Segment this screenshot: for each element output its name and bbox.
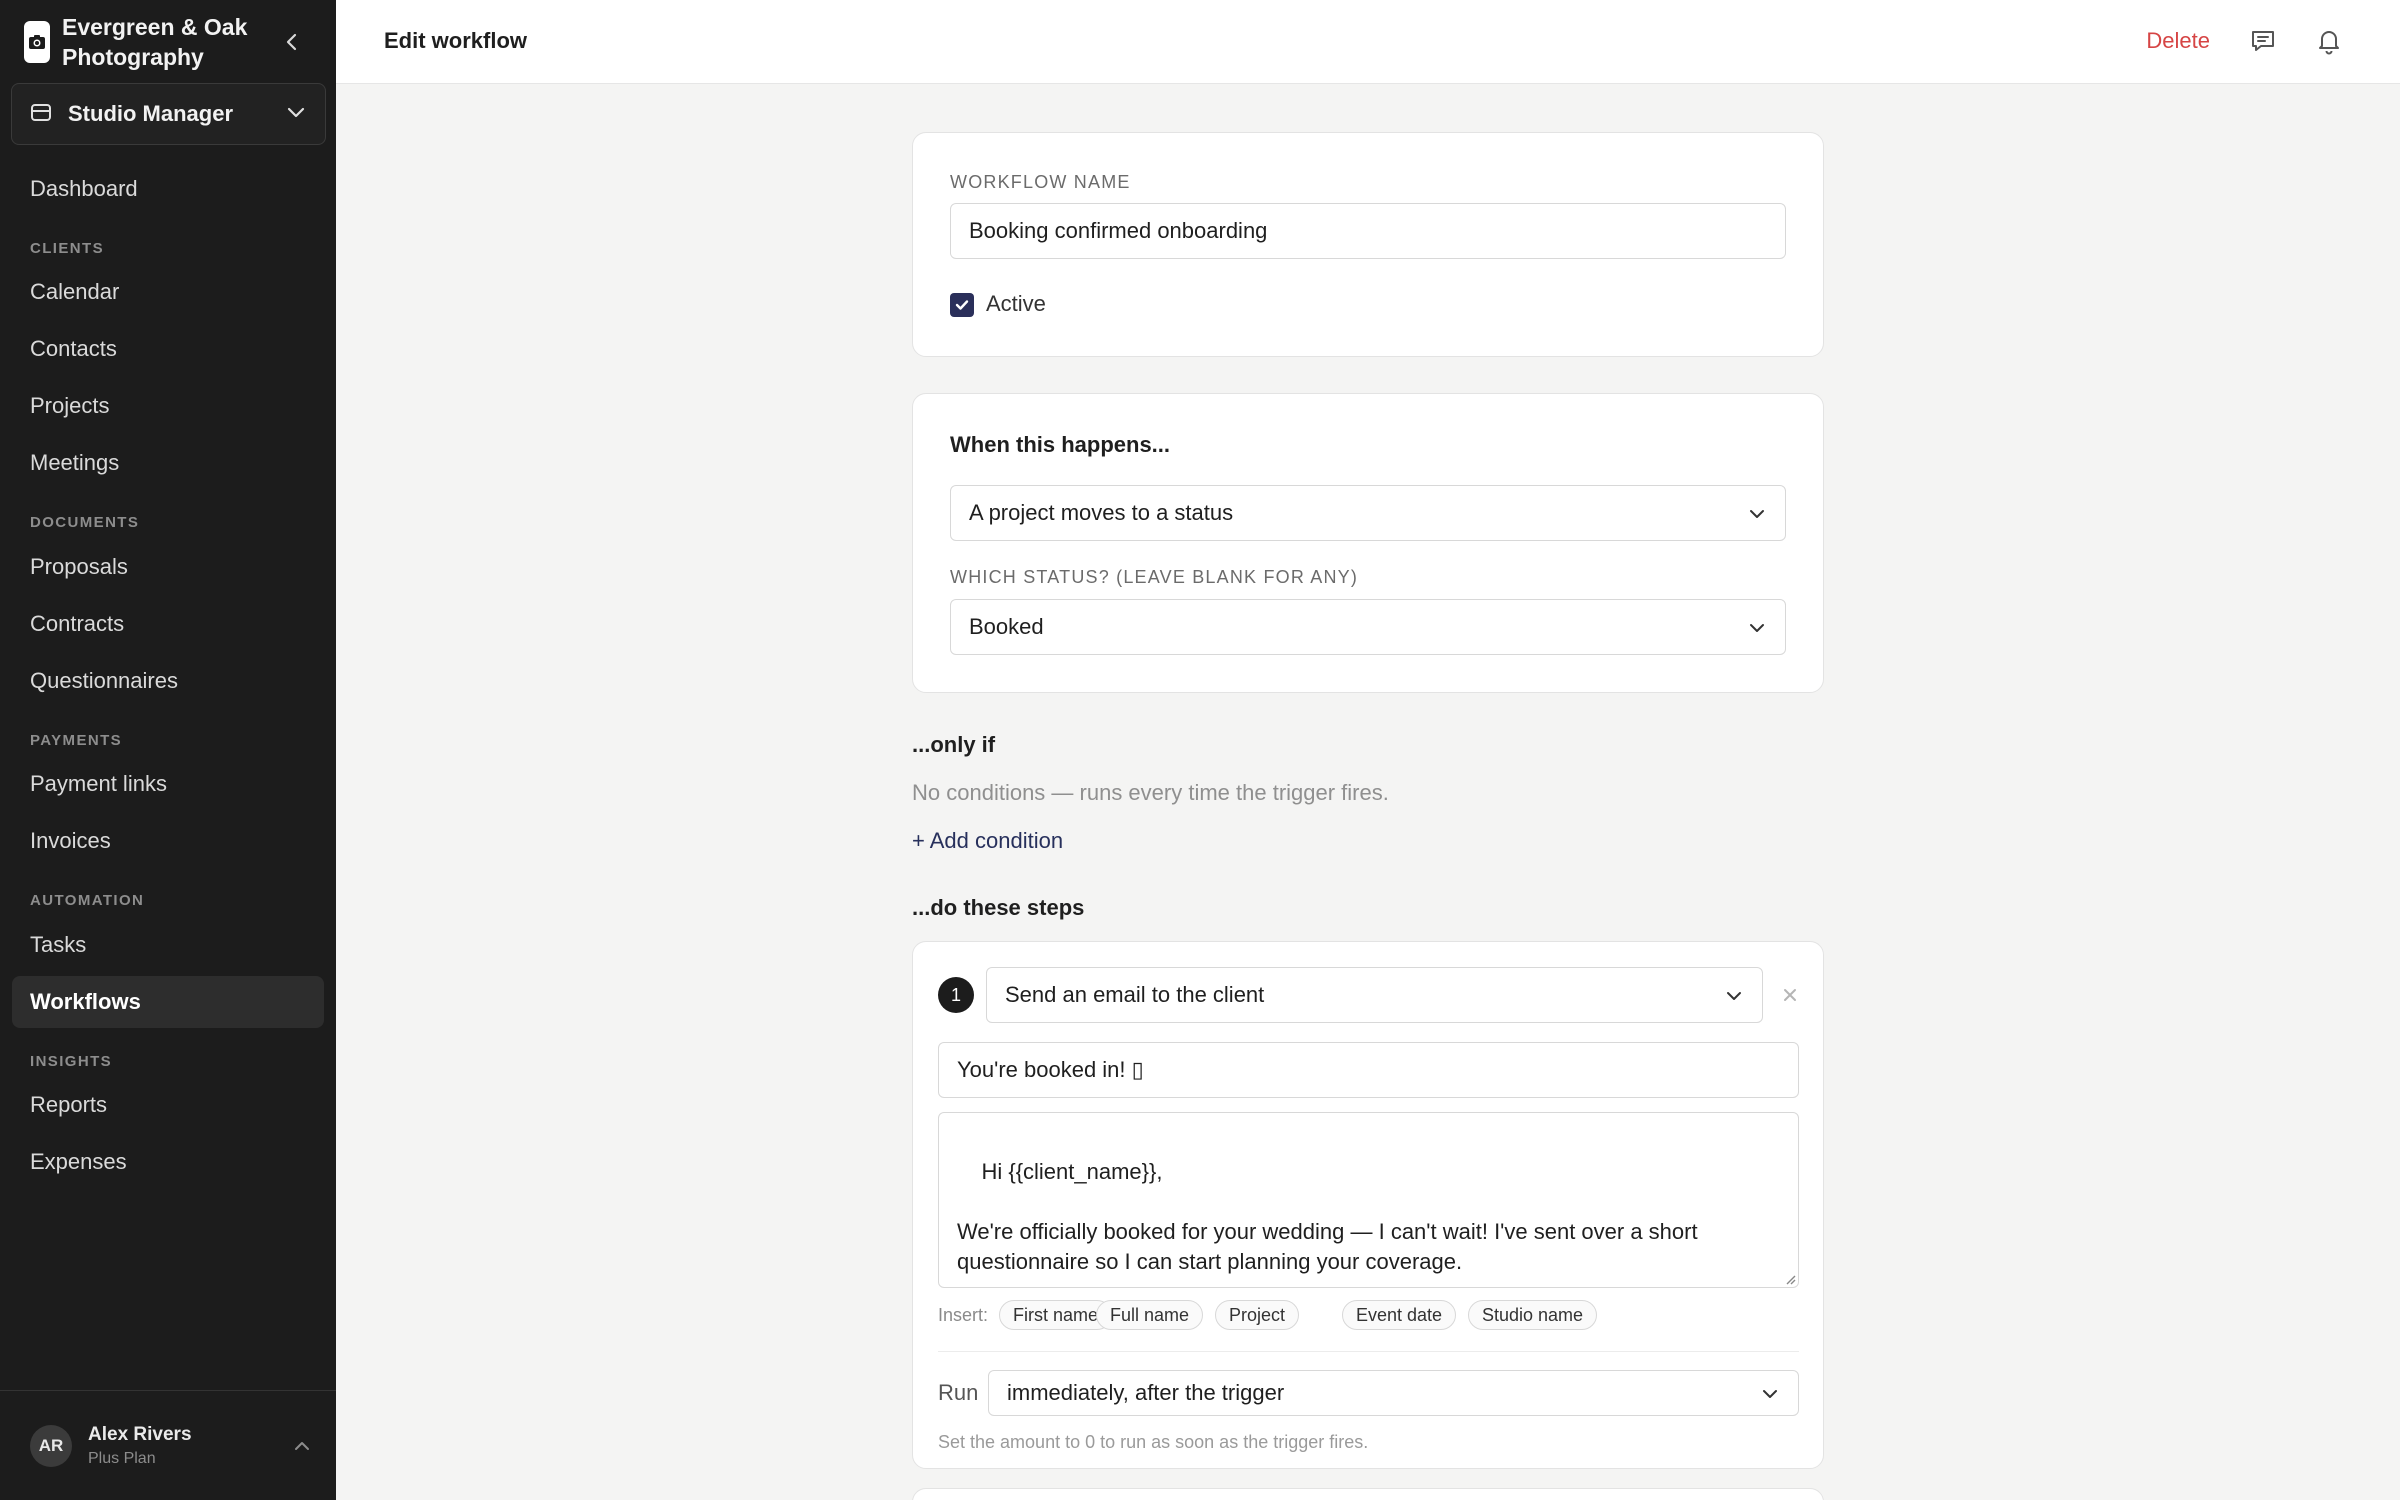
email-subject-input[interactable]: You're booked in! ▯	[938, 1042, 1799, 1098]
workflow-name-label: WORKFLOW NAME	[950, 172, 1131, 192]
sidebar-item-projects[interactable]: Projects	[12, 380, 324, 432]
email-body-text: Hi {{client_name}}, We're officially boo…	[957, 1159, 1698, 1274]
step-action-value: Send an email to the client	[1005, 982, 1265, 1007]
run-timing-value: immediately, after the trigger	[1007, 1380, 1285, 1405]
workspace-switcher[interactable]: Studio Manager	[11, 83, 326, 145]
sidebar-item-questionnaires[interactable]: Questionnaires	[12, 655, 324, 707]
conditions-heading: ...only if	[912, 732, 996, 757]
workflow-name-card: WORKFLOW NAME Booking confirmed onboardi…	[912, 132, 1824, 357]
trigger-event-select[interactable]: A project moves to a status	[950, 485, 1786, 541]
sidebar-item-reports[interactable]: Reports	[12, 1079, 324, 1131]
insert-token-studio-name[interactable]: Studio name	[1468, 1300, 1598, 1330]
avatar: AR	[30, 1424, 72, 1467]
sidebar-item-dashboard[interactable]: Dashboard	[12, 163, 324, 215]
collapse-sidebar-button[interactable]	[278, 28, 306, 56]
chevron-down-icon	[1763, 1390, 1777, 1398]
divider	[938, 1351, 1799, 1352]
step-card-next	[912, 1488, 1824, 1500]
user-plan: Plus Plan	[88, 1449, 156, 1467]
status-select[interactable]: Booked	[950, 599, 1786, 655]
user-menu[interactable]: AR Alex Rivers Plus Plan	[0, 1390, 336, 1500]
delete-button[interactable]: Delete	[2146, 28, 2210, 54]
user-name: Alex Rivers	[88, 1423, 192, 1445]
insert-token-project[interactable]: Project	[1215, 1300, 1300, 1330]
remove-step-button[interactable]	[1779, 984, 1801, 1006]
trigger-card: When this happens... A project moves to …	[912, 393, 1824, 693]
step-card: 1 Send an email to the client You're boo…	[912, 941, 1824, 1469]
insert-token-event-date[interactable]: Event date	[1342, 1300, 1457, 1330]
add-condition-button[interactable]: + Add condition	[912, 828, 1063, 854]
sidebar-item-contacts[interactable]: Contacts	[12, 323, 324, 375]
status-label: WHICH STATUS? (LEAVE BLANK FOR ANY)	[950, 567, 1359, 587]
trigger-heading: When this happens...	[950, 432, 1171, 457]
sidebar-item-payment-links[interactable]: Payment links	[12, 758, 324, 810]
chevron-down-icon	[1750, 624, 1764, 632]
status-value: Booked	[969, 614, 1044, 639]
active-label: Active	[986, 291, 1046, 316]
bell-icon[interactable]	[2312, 24, 2346, 58]
top-bar: Edit workflow Delete	[336, 0, 2400, 84]
nav-section-insights: INSIGHTS	[30, 1053, 113, 1070]
conditions-empty-text: No conditions — runs every time the trig…	[912, 780, 1389, 805]
sidebar-item-proposals[interactable]: Proposals	[12, 541, 324, 593]
run-label: Run	[938, 1380, 979, 1405]
chevron-down-icon	[285, 101, 307, 128]
comments-icon[interactable]	[2246, 24, 2280, 58]
check-icon	[955, 300, 969, 310]
sidebar-item-contracts[interactable]: Contracts	[12, 598, 324, 650]
nav-section-clients: CLIENTS	[30, 240, 104, 257]
step-number: 1	[938, 977, 974, 1013]
run-hint: Set the amount to 0 to run as soon as th…	[938, 1432, 1369, 1452]
sidebar-item-tasks[interactable]: Tasks	[12, 919, 324, 971]
camera-icon	[24, 21, 50, 63]
sidebar: Evergreen & Oak Photography Studio Manag…	[0, 0, 336, 1500]
active-checkbox[interactable]	[950, 293, 974, 317]
close-icon	[1784, 989, 1796, 1001]
chevron-down-icon	[1750, 510, 1764, 518]
nav-section-payments: PAYMENTS	[30, 732, 123, 749]
sidebar-item-workflows[interactable]: Workflows	[12, 976, 324, 1028]
sidebar-item-meetings[interactable]: Meetings	[12, 437, 324, 489]
insert-token-full-name[interactable]: Full name	[1096, 1300, 1204, 1330]
workspace-label: Studio Manager	[68, 101, 234, 126]
chevron-down-icon	[1727, 992, 1741, 1000]
nav-section-documents: DOCUMENTS	[30, 514, 140, 531]
insert-label: Insert:	[938, 1305, 989, 1325]
chevron-left-icon	[286, 33, 297, 51]
workflow-name-input[interactable]: Booking confirmed onboarding	[950, 203, 1786, 259]
sidebar-item-invoices[interactable]: Invoices	[12, 815, 324, 867]
page-title: Edit workflow	[384, 28, 527, 53]
trigger-event-value: A project moves to a status	[969, 500, 1234, 525]
sidebar-item-expenses[interactable]: Expenses	[12, 1136, 324, 1188]
step-action-select[interactable]: Send an email to the client	[986, 967, 1763, 1023]
building-icon	[30, 101, 52, 128]
run-timing-select[interactable]: immediately, after the trigger	[988, 1370, 1799, 1416]
brand-name: Evergreen & Oak Photography	[62, 14, 248, 70]
steps-heading: ...do these steps	[912, 895, 1085, 920]
chevron-up-icon	[282, 1436, 322, 1456]
nav-section-automation: AUTOMATION	[30, 892, 145, 909]
resize-grip-icon	[1786, 1275, 1796, 1285]
email-body-textarea[interactable]: Hi {{client_name}}, We're officially boo…	[938, 1112, 1799, 1288]
sidebar-item-calendar[interactable]: Calendar	[12, 266, 324, 318]
